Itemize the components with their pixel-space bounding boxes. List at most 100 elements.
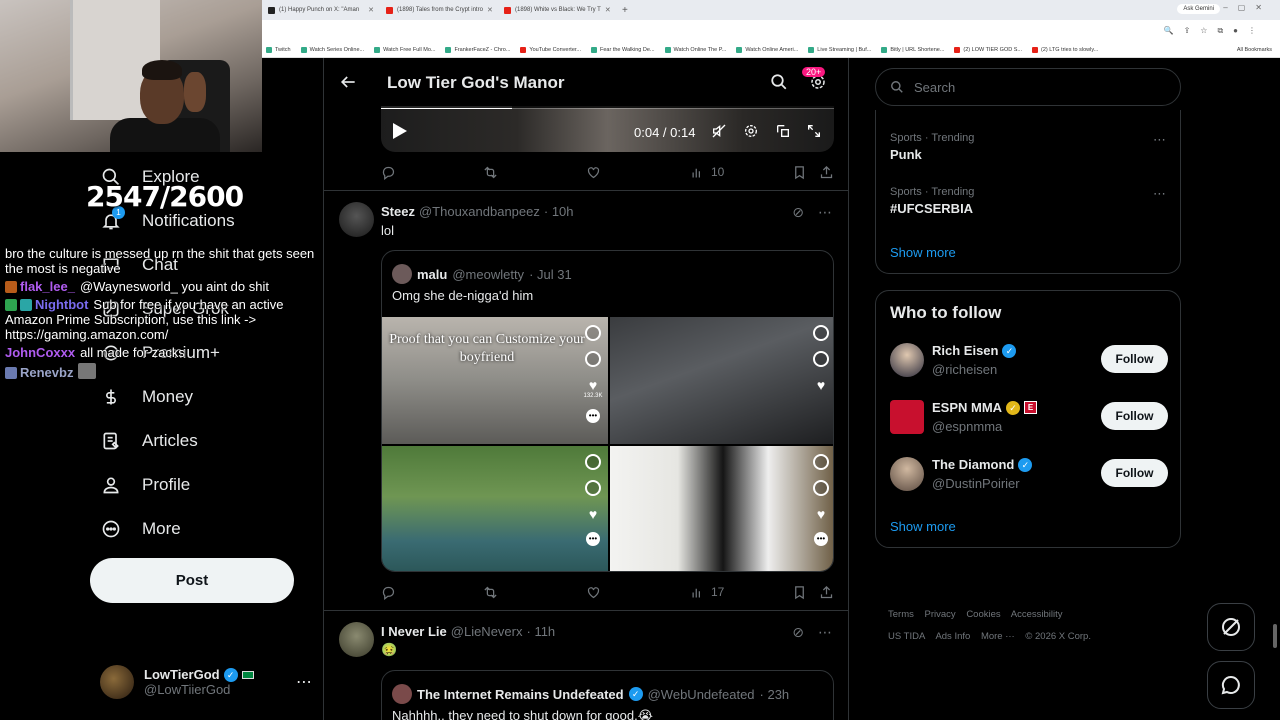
- mute-icon[interactable]: [711, 123, 727, 139]
- close-tab-icon[interactable]: ✕: [605, 6, 611, 14]
- follow-button[interactable]: Follow: [1101, 402, 1168, 430]
- bookmark-item[interactable]: YouTube Converter...: [520, 46, 581, 53]
- bookmark-item[interactable]: Live Streaming | Buf...: [808, 46, 871, 53]
- footer-link[interactable]: Terms: [888, 609, 914, 620]
- browser-tab-1[interactable]: (1) Happy Punch on X: "Aman ✕: [262, 0, 380, 20]
- reply-button[interactable]: [381, 585, 396, 600]
- repost-button[interactable]: [483, 165, 498, 180]
- share-button[interactable]: [819, 165, 834, 180]
- account-switcher[interactable]: LowTierGod ✓ @LowTiierGod ⋯: [100, 660, 312, 704]
- share-icon[interactable]: ⇪: [1184, 26, 1191, 36]
- tweet-time[interactable]: · 10h: [544, 204, 574, 219]
- repost-icon: [484, 586, 497, 598]
- star-icon[interactable]: ☆: [1200, 26, 1207, 36]
- grok-icon: [1222, 618, 1240, 636]
- show-more-link[interactable]: Show more: [890, 519, 956, 534]
- search-input[interactable]: Search: [875, 68, 1181, 106]
- video-player[interactable]: 0:04 / 0:14: [381, 106, 834, 152]
- all-bookmarks-button[interactable]: All Bookmarks: [1237, 47, 1280, 53]
- trend-more-icon[interactable]: ⋯: [1153, 186, 1166, 202]
- show-more-link[interactable]: Show more: [890, 245, 956, 260]
- ask-gemini-button[interactable]: Ask Gemini: [1177, 4, 1220, 14]
- bookmark-item[interactable]: Watch Free Full Mo...: [374, 46, 435, 53]
- quoted-tweet[interactable]: The Internet Remains Undefeated ✓ @WebUn…: [381, 670, 834, 720]
- tweet-author-name[interactable]: Steez: [381, 204, 415, 219]
- follow-button[interactable]: Follow: [1101, 459, 1168, 487]
- back-arrow-icon[interactable]: [338, 72, 358, 92]
- trend-more-icon[interactable]: ⋯: [1153, 132, 1166, 148]
- bookmark-item[interactable]: (2) LTG tries to slowly...: [1032, 46, 1098, 53]
- bookmark-item[interactable]: Twitch: [266, 46, 291, 53]
- post-button[interactable]: Post: [90, 558, 294, 603]
- footer-link[interactable]: Ads Info: [935, 631, 970, 642]
- trend-item[interactable]: Sports · Trending Punk: [890, 132, 974, 162]
- profile-icon[interactable]: ●: [1233, 26, 1238, 36]
- media-image[interactable]: ♥ •••: [382, 446, 608, 571]
- messages-button[interactable]: [1207, 661, 1255, 709]
- footer-link[interactable]: More ···: [981, 631, 1015, 642]
- nav-articles[interactable]: Articles: [100, 428, 198, 454]
- footer-link[interactable]: Cookies: [966, 609, 1000, 620]
- browser-tab-2[interactable]: (1898) Tales from the Crypt intro ✕: [380, 0, 498, 20]
- play-icon[interactable]: [393, 123, 407, 139]
- media-image[interactable]: ♥ •••: [610, 446, 833, 571]
- like-button[interactable]: [586, 585, 601, 600]
- bookmark-item[interactable]: Watch Series Online...: [300, 46, 364, 53]
- nav-more[interactable]: More: [100, 516, 181, 542]
- close-tab-icon[interactable]: ✕: [368, 6, 374, 14]
- repost-button[interactable]: [483, 585, 498, 600]
- follow-suggestion[interactable]: The Diamond ✓ @DustinPoirier Follow: [890, 455, 1168, 495]
- nav-money[interactable]: Money: [100, 384, 193, 410]
- views-button[interactable]: 17: [690, 585, 724, 600]
- tweet-author-handle[interactable]: @Thouxandbanpeez: [419, 204, 540, 219]
- window-controls[interactable]: –▢✕: [1223, 3, 1272, 12]
- bookmark-item[interactable]: (2) LOW TIER GOD S...: [954, 46, 1022, 53]
- bookmark-item[interactable]: Bitly | URL Shortene...: [881, 46, 944, 53]
- fullscreen-icon[interactable]: [806, 123, 822, 139]
- follow-suggestion[interactable]: Rich Eisen ✓ @richeisen Follow: [890, 341, 1168, 381]
- nav-profile[interactable]: Profile: [100, 472, 190, 498]
- tweet-author-handle[interactable]: @LieNeverx: [451, 624, 523, 639]
- grok-icon[interactable]: ⊘: [792, 204, 804, 221]
- more-options-icon[interactable]: ⋯: [818, 204, 832, 221]
- quoted-tweet[interactable]: malu @meowletty · Jul 31 Omg she de-nigg…: [381, 250, 834, 572]
- media-image[interactable]: ♥: [610, 317, 833, 444]
- share-button[interactable]: [819, 585, 834, 600]
- tweet-time[interactable]: · 11h: [527, 624, 556, 639]
- browser-tab-3[interactable]: (1898) White vs Black: We Try T ✕: [498, 0, 616, 20]
- new-tab-button[interactable]: +: [616, 5, 634, 16]
- follow-suggestion[interactable]: ESPN MMA ✓ E @espnmma Follow: [890, 398, 1168, 438]
- bookmark-button[interactable]: [792, 165, 807, 180]
- bookmark-item[interactable]: Fear the Walking De...: [591, 46, 655, 53]
- bookmark-item[interactable]: Watch Online Ameri...: [736, 46, 798, 53]
- bookmark-favicon-icon: [520, 46, 527, 53]
- close-tab-icon[interactable]: ✕: [487, 6, 493, 14]
- grok-button[interactable]: [1207, 603, 1255, 651]
- extensions-icon[interactable]: ⧉: [1217, 26, 1223, 36]
- address-bar[interactable]: 🔍 ⇪ ☆ ⧉ ● ⋮: [262, 20, 1280, 42]
- like-button[interactable]: [586, 165, 601, 180]
- avatar[interactable]: [339, 202, 374, 237]
- search-icon[interactable]: [770, 73, 788, 91]
- follow-button[interactable]: Follow: [1101, 345, 1168, 373]
- account-more-icon[interactable]: ⋯: [296, 672, 312, 692]
- video-settings-icon[interactable]: [743, 123, 759, 139]
- bookmark-item[interactable]: FrankerFaceZ - Chro...: [445, 46, 510, 53]
- reply-button[interactable]: [381, 165, 396, 180]
- footer-link[interactable]: Privacy: [925, 609, 956, 620]
- tweet-author-name[interactable]: I Never Lie: [381, 624, 447, 639]
- bookmark-item[interactable]: Watch Online The P...: [664, 46, 726, 53]
- menu-icon[interactable]: ⋮: [1248, 26, 1256, 36]
- avatar[interactable]: [339, 622, 374, 657]
- footer-link[interactable]: US TIDA: [888, 631, 925, 642]
- pip-icon[interactable]: [775, 123, 791, 139]
- scrollbar[interactable]: [1273, 624, 1277, 648]
- footer-link[interactable]: Accessibility: [1011, 609, 1063, 620]
- views-button[interactable]: 10: [690, 165, 724, 180]
- bookmark-button[interactable]: [792, 585, 807, 600]
- grok-icon[interactable]: ⊘: [792, 624, 804, 641]
- media-image[interactable]: Proof that you can Customize your boyfri…: [382, 317, 608, 444]
- more-options-icon[interactable]: ⋯: [818, 624, 832, 641]
- zoom-icon[interactable]: 🔍: [1164, 26, 1174, 36]
- trend-item[interactable]: Sports · Trending #UFCSERBIA: [890, 186, 974, 216]
